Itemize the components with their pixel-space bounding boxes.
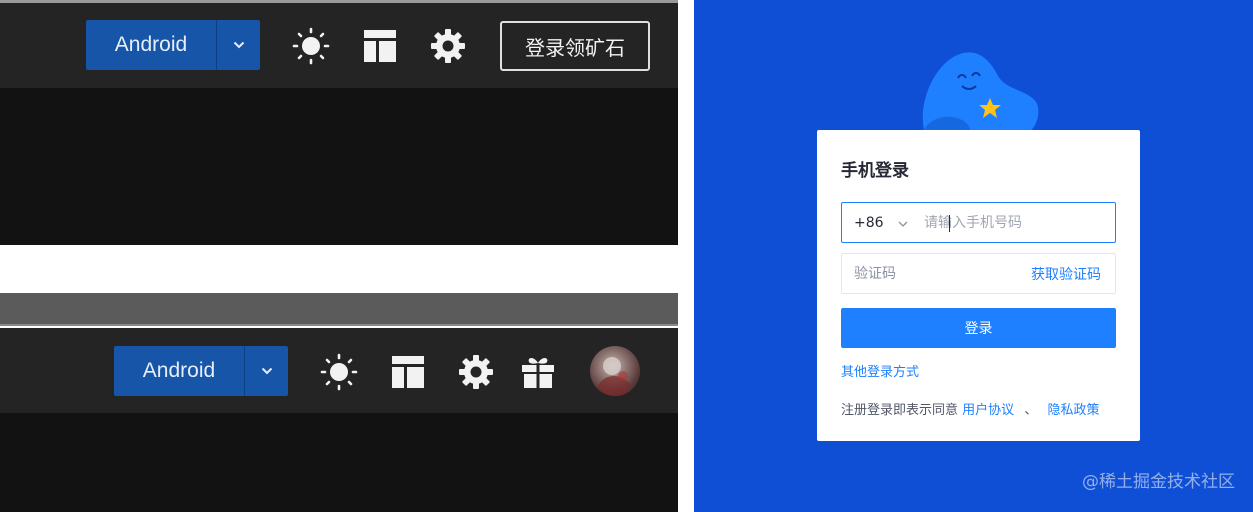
verification-code-input[interactable] <box>842 254 1031 293</box>
platform-split-button: Android <box>114 346 288 396</box>
top-toolbar: Android 登录领矿石 <box>0 3 678 88</box>
bottom-toolbar-panel: Android <box>0 293 678 512</box>
agreement-separator: 、 <box>1024 403 1038 418</box>
platform-dropdown-button[interactable] <box>217 20 260 70</box>
chevron-down-icon <box>233 41 244 49</box>
login-title: 手机登录 <box>841 161 909 181</box>
gear-icon <box>459 355 493 389</box>
login-submit-button[interactable]: 登录 <box>841 308 1116 348</box>
user-agreement-link[interactable]: 用户协议 <box>962 403 1014 418</box>
country-code-select[interactable]: +86 <box>842 203 914 242</box>
bottom-toolbar: Android <box>0 328 678 413</box>
country-code-value: +86 <box>854 214 884 231</box>
gear-icon <box>431 29 465 63</box>
agreement-prefix: 注册登录即表示同意 <box>841 403 959 418</box>
layout-icon <box>364 30 396 62</box>
text-caret <box>949 215 950 232</box>
window-edge <box>0 293 678 326</box>
phone-input[interactable] <box>914 203 1115 242</box>
avatar-image <box>598 357 630 396</box>
mascot-illustration <box>922 52 1039 136</box>
sun-icon <box>292 27 330 65</box>
agreement-text: 注册登录即表示同意 用户协议 、 隐私政策 <box>841 399 1099 418</box>
platform-split-button: Android <box>86 20 260 70</box>
platform-dropdown-button[interactable] <box>245 346 288 396</box>
phone-field: +86 <box>841 202 1116 243</box>
platform-button[interactable]: Android <box>86 20 217 70</box>
avatar[interactable] <box>590 346 640 396</box>
get-code-button[interactable]: 获取验证码 <box>1031 264 1115 284</box>
theme-toggle-button[interactable] <box>291 26 331 66</box>
verification-code-field: 获取验证码 <box>841 253 1116 294</box>
gift-icon <box>522 358 554 388</box>
page-content-dark <box>0 88 678 245</box>
layout-button[interactable] <box>388 352 428 392</box>
settings-button[interactable] <box>456 352 496 392</box>
login-for-ore-button[interactable]: 登录领矿石 <box>500 21 650 71</box>
layout-button[interactable] <box>360 26 400 66</box>
theme-toggle-button[interactable] <box>319 352 359 392</box>
privacy-policy-link[interactable]: 隐私政策 <box>1047 403 1099 418</box>
chevron-down-icon <box>261 367 272 375</box>
layout-icon <box>392 356 424 388</box>
page-content-dark <box>0 413 678 512</box>
gift-button[interactable] <box>518 352 558 392</box>
settings-button[interactable] <box>428 26 468 66</box>
watermark: @稀土掘金技术社区 <box>1082 472 1235 492</box>
top-toolbar-panel: Android 登录领矿石 <box>0 0 678 245</box>
sun-icon <box>320 353 358 391</box>
chevron-down-icon <box>898 216 908 230</box>
other-login-link[interactable]: 其他登录方式 <box>841 361 919 380</box>
platform-button[interactable]: Android <box>114 346 245 396</box>
login-card: 手机登录 +86 获取验证码 登录 其他登录方式 注册登录即表示同意 用户协议 … <box>817 130 1140 441</box>
